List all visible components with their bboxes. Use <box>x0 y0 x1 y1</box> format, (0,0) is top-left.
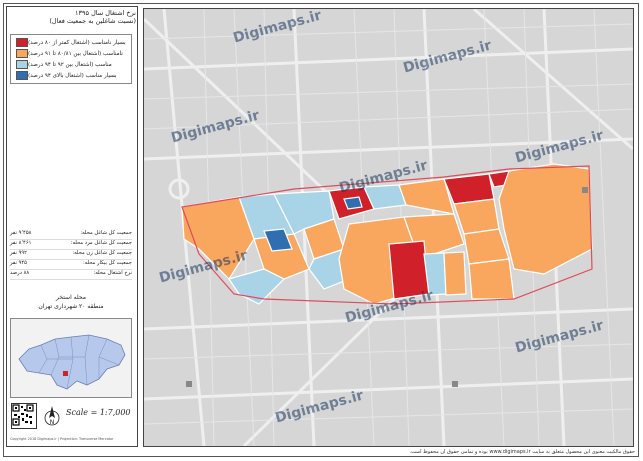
legend-label-poor: نامناسب (اشتغال بین ۸۰/۸۱ تا ۹۱ درصد) <box>28 50 123 57</box>
north-label: N <box>50 419 55 426</box>
legend-swatch-very-poor <box>16 38 28 47</box>
legend-item-good: مناسب (اشتغال بین ۹۲ تا ۹۴ درصد) <box>13 59 129 70</box>
stat-label: جمعیت کل بیکار محله: <box>82 260 132 266</box>
legend-swatch-good <box>16 60 28 69</box>
tehran-locator-map <box>18 334 126 390</box>
map-scale: Scale = 1:7,000 <box>66 408 131 417</box>
block-very-poor <box>388 240 430 300</box>
map-title-line2: (نسبت شاغلین به جمعیت فعال) <box>49 17 136 25</box>
location-district: منطقه ۲۰ شهرداری تهران <box>38 303 104 310</box>
north-arrow-icon: N <box>44 404 60 428</box>
location-neighborhood: محله استخر <box>56 294 86 301</box>
map-svg <box>144 9 633 446</box>
stat-value: ۹۹۲ نفر <box>10 250 27 256</box>
stat-row: جمعیت کل شاغل زن محله: ۹۹۲ نفر <box>10 250 132 260</box>
stat-label: نرخ اشتغال محله: <box>93 270 132 276</box>
copyright-text: Copyright 2018 Digimaps.ir | Projection:… <box>10 437 114 441</box>
stat-row: جمعیت کل شاغل مرد محله: ۸٬۴۶۱ نفر <box>10 240 132 250</box>
stats-table: جمعیت کل شاغل محله: ۹٬۴۵۸ نفر جمعیت کل ش… <box>10 230 132 280</box>
location-title: محله استخر منطقه ۲۰ شهرداری تهران <box>10 293 132 311</box>
stat-row: جمعیت کل بیکار محله: ۹۴۵ نفر <box>10 260 132 270</box>
map-title-line1: نرخ اشتغال سال ۱۳۹۵ <box>75 9 136 17</box>
footer-copyright: حقوق مالکیت معنوی این محصول متعلق به سای… <box>409 449 635 455</box>
legend-label-very-good: بسیار مناسب (اشتغال بالای ۹۴ درصد) <box>28 72 117 79</box>
parking-icon <box>186 381 192 387</box>
stat-value: ۸۸ درصد <box>10 270 30 276</box>
legend-label-very-poor: بسیار نامناسب (اشتغال کمتر از ۸۰ درصد) <box>28 39 126 46</box>
parking-icon <box>582 187 588 193</box>
block-poor <box>443 251 467 296</box>
legend-label-good: مناسب (اشتغال بین ۹۲ تا ۹۴ درصد) <box>28 61 112 68</box>
stat-label: جمعیت کل شاغل زن محله: <box>72 250 132 256</box>
legend-swatch-poor <box>16 49 28 58</box>
stat-row: نرخ اشتغال محله: ۸۸ درصد <box>10 270 132 280</box>
stat-row: جمعیت کل شاغل محله: ۹٬۴۵۸ نفر <box>10 230 132 240</box>
parking-icon <box>452 381 458 387</box>
locator-highlight <box>63 371 68 376</box>
block-very-good <box>343 196 363 210</box>
legend-item-very-good: بسیار مناسب (اشتغال بالای ۹۴ درصد) <box>13 70 129 81</box>
block-poor <box>468 258 515 300</box>
stat-label: جمعیت کل شاغل محله: <box>80 230 132 236</box>
map-title: نرخ اشتغال سال ۱۳۹۵ (نسبت شاغلین به جمعی… <box>8 9 136 25</box>
stat-value: ۹۴۵ نفر <box>10 260 27 266</box>
stat-label: جمعیت کل شاغل مرد محله: <box>70 240 132 246</box>
legend-item-poor: نامناسب (اشتغال بین ۸۰/۸۱ تا ۹۱ درصد) <box>13 48 129 59</box>
locator-inset-map <box>10 318 132 398</box>
legend-swatch-very-good <box>16 71 28 80</box>
legend-item-very-poor: بسیار نامناسب (اشتغال کمتر از ۸۰ درصد) <box>13 37 129 48</box>
stat-value: ۹٬۴۵۸ نفر <box>10 230 32 236</box>
qr-code-icon <box>11 403 37 429</box>
map-canvas[interactable]: Digimaps.ir Digimaps.ir Digimaps.ir Digi… <box>143 8 634 447</box>
stat-value: ۸٬۴۶۱ نفر <box>10 240 32 246</box>
legend: بسیار نامناسب (اشتغال کمتر از ۸۰ درصد) ن… <box>10 34 132 84</box>
